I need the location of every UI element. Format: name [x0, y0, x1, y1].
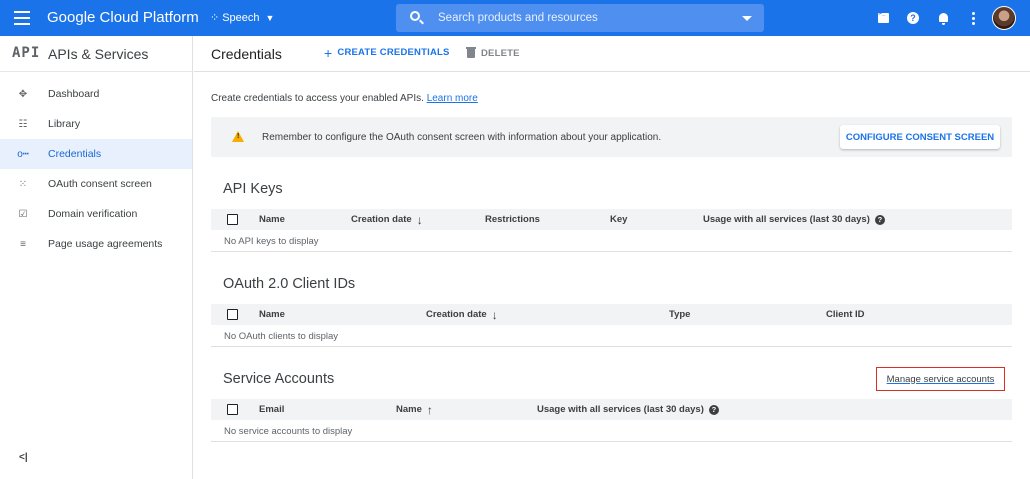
avatar[interactable] — [992, 6, 1016, 30]
search-icon — [410, 11, 420, 21]
sidebar-item-label: OAuth consent screen — [48, 178, 152, 190]
column-header[interactable]: Usage with all services (last 30 days)? — [537, 404, 719, 415]
trash-icon — [466, 47, 476, 58]
sidebar-item-domain-verification[interactable]: ☑ Domain verification — [0, 199, 192, 229]
service-accounts-title: Service Accounts — [223, 371, 335, 387]
project-selector[interactable]: ⁘ Speech ▼ — [210, 11, 275, 25]
oauth-table-header: Name Creation date ↓ Type Client ID — [211, 304, 1012, 325]
page-header: Credentials + CREATE CREDENTIALS DELETE — [194, 36, 1030, 72]
sidebar-item-label: Domain verification — [48, 208, 138, 220]
collapse-sidebar-icon[interactable]: <| — [19, 452, 28, 463]
menu-icon[interactable] — [14, 11, 30, 25]
intro-text: Create credentials to access your enable… — [211, 93, 478, 104]
sidebar: API APIs & Services ✥ Dashboard ☷ Librar… — [0, 36, 193, 479]
brand-title[interactable]: Google Cloud Platform — [47, 9, 199, 26]
library-icon: ☷ — [18, 118, 28, 130]
help-icon[interactable]: ? — [708, 404, 719, 415]
learn-more-link[interactable]: Learn more — [427, 93, 478, 104]
warning-icon — [232, 131, 244, 142]
terminal-icon — [877, 11, 889, 23]
plus-icon: + — [324, 44, 333, 61]
select-all-checkbox[interactable] — [227, 309, 238, 320]
intro-body: Create credentials to access your enable… — [211, 93, 424, 104]
more-vert-icon — [971, 11, 975, 25]
top-app-bar: Google Cloud Platform ⁘ Speech ▼ ? — [0, 0, 1030, 36]
sidebar-item-credentials[interactable]: o┅ Credentials — [0, 139, 192, 169]
column-header[interactable]: Name ↑ — [396, 402, 433, 417]
sidebar-item-page-usage[interactable]: ≡ Page usage agreements — [0, 229, 192, 259]
bell-icon — [938, 12, 949, 25]
configure-consent-button[interactable]: CONFIGURE CONSENT SCREEN — [840, 125, 1000, 149]
sort-down-icon: ↓ — [491, 307, 498, 322]
column-header[interactable]: Creation date ↓ — [426, 307, 498, 322]
delete-label: DELETE — [481, 48, 520, 59]
grid-dots-icon: ⁙ — [18, 178, 28, 190]
create-credentials-label: CREATE CREDENTIALS — [337, 47, 450, 58]
column-header[interactable]: Name — [259, 214, 285, 225]
column-header[interactable]: Name — [259, 309, 285, 320]
service-accounts-table-header: Email Name ↑ Usage with all services (las… — [211, 399, 1012, 420]
sidebar-item-label: Library — [48, 118, 81, 130]
column-header[interactable]: Restrictions — [485, 214, 540, 225]
more-options-button[interactable] — [962, 7, 984, 29]
manage-service-accounts-highlight: Manage service accounts — [876, 367, 1005, 391]
list-settings-icon: ≡ — [20, 238, 26, 250]
project-dots-icon: ⁘ — [210, 12, 219, 24]
oauth-title: OAuth 2.0 Client IDs — [223, 276, 356, 292]
sidebar-item-library[interactable]: ☷ Library — [0, 109, 192, 139]
create-credentials-button[interactable]: + CREATE CREDENTIALS — [324, 44, 450, 61]
sidebar-item-label: Dashboard — [48, 88, 100, 100]
column-header[interactable]: Email — [259, 404, 284, 415]
page-title: Credentials — [211, 46, 282, 62]
project-name: Speech — [222, 11, 260, 24]
sidebar-item-dashboard[interactable]: ✥ Dashboard — [0, 79, 192, 109]
sidebar-header: API APIs & Services — [0, 36, 192, 72]
help-icon: ? — [907, 12, 919, 24]
column-header[interactable]: Client ID — [826, 309, 865, 320]
search-bar[interactable] — [396, 4, 764, 32]
select-all-checkbox[interactable] — [227, 404, 238, 415]
api-logo-icon: API — [12, 45, 41, 61]
cloud-shell-button[interactable] — [872, 7, 894, 29]
sidebar-item-label: Page usage agreements — [48, 238, 163, 250]
sidebar-title: APIs & Services — [48, 46, 149, 62]
api-keys-table-header: Name Creation date ↓ Restrictions Key Usa… — [211, 209, 1012, 230]
sidebar-item-oauth-consent[interactable]: ⁙ OAuth consent screen — [0, 169, 192, 199]
search-input[interactable] — [438, 10, 728, 26]
chevron-down-icon: ▼ — [265, 12, 275, 23]
key-icon: o┅ — [17, 148, 29, 160]
column-header[interactable]: Key — [610, 214, 627, 225]
column-header[interactable]: Type — [669, 309, 690, 320]
sort-up-icon: ↑ — [426, 402, 433, 417]
table-empty-row: No API keys to display — [211, 231, 1012, 252]
consent-warning-banner: Remember to configure the OAuth consent … — [211, 117, 1012, 157]
table-empty-row: No OAuth clients to display — [211, 326, 1012, 347]
sidebar-item-label: Credentials — [48, 148, 102, 160]
dashboard-icon: ✥ — [18, 88, 28, 100]
checkbox-icon: ☑ — [18, 208, 28, 220]
column-header[interactable]: Usage with all services (last 30 days)? — [703, 214, 885, 225]
sidebar-nav: ✥ Dashboard ☷ Library o┅ Credentials ⁙ O… — [0, 79, 192, 259]
select-all-checkbox[interactable] — [227, 214, 238, 225]
help-icon[interactable]: ? — [874, 214, 885, 225]
help-button[interactable]: ? — [902, 7, 924, 29]
notifications-button[interactable] — [932, 7, 954, 29]
sort-down-icon: ↓ — [416, 212, 423, 227]
search-dropdown-icon[interactable] — [742, 16, 752, 21]
manage-service-accounts-link[interactable]: Manage service accounts — [887, 374, 995, 385]
delete-button[interactable]: DELETE — [466, 47, 520, 59]
banner-text: Remember to configure the OAuth consent … — [262, 132, 662, 143]
column-header[interactable]: Creation date ↓ — [351, 212, 423, 227]
api-keys-title: API Keys — [223, 181, 283, 197]
table-empty-row: No service accounts to display — [211, 421, 1012, 442]
